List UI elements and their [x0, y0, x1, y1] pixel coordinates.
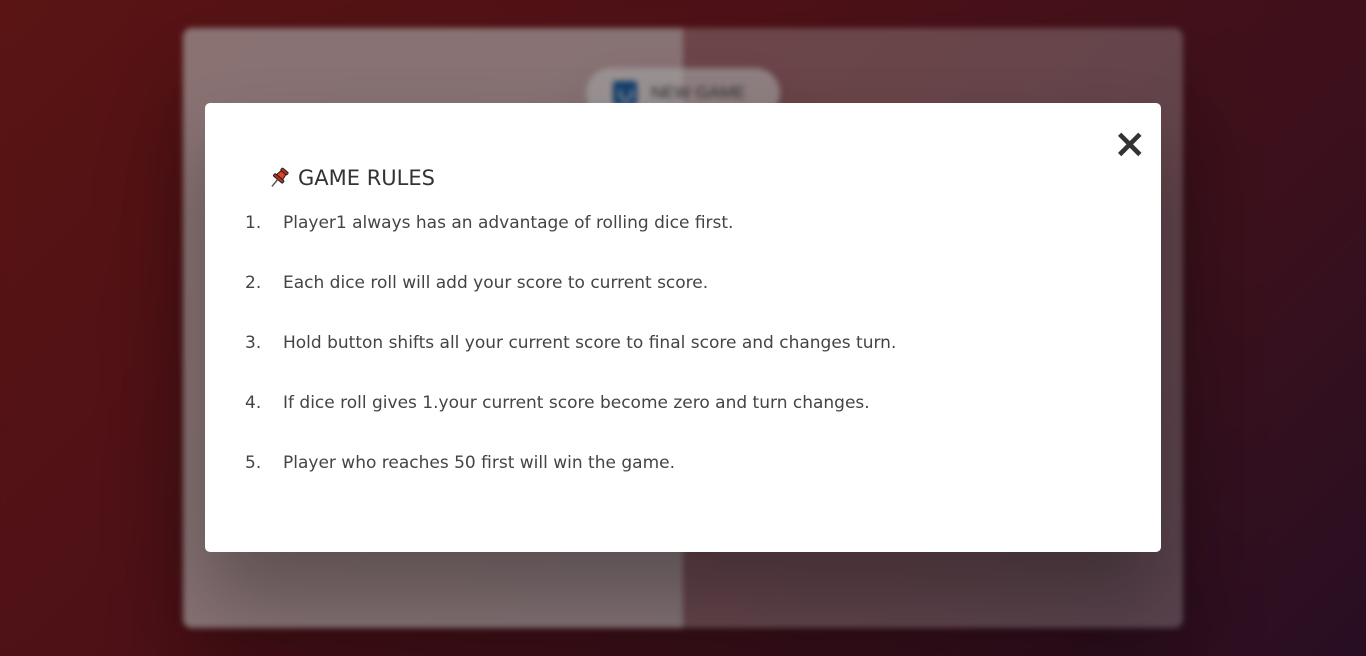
rule-item: 3. Hold button shifts all your current s… [245, 331, 896, 355]
rules-modal: × GAME RULES 1. Player1 always has an ad… [205, 103, 1161, 552]
rule-number: 5. [245, 453, 262, 473]
rule-text: Player1 always has an advantage of rolli… [283, 213, 734, 233]
modal-title: GAME RULES [266, 165, 435, 191]
rule-item: 2. Each dice roll will add your score to… [245, 271, 896, 295]
rule-number: 3. [245, 333, 262, 353]
modal-title-text: GAME RULES [298, 166, 435, 190]
rule-number: 1. [245, 213, 262, 233]
close-modal-button[interactable]: × [1113, 124, 1147, 164]
pushpin-icon [266, 165, 292, 191]
rule-text: Player who reaches 50 first will win the… [283, 453, 675, 473]
rule-text: Each dice roll will add your score to cu… [283, 273, 709, 293]
rule-item: 1. Player1 always has an advantage of ro… [245, 211, 896, 235]
rule-number: 2. [245, 273, 262, 293]
rules-list: 1. Player1 always has an advantage of ro… [245, 211, 896, 511]
rule-item: 4. If dice roll gives 1.your current sco… [245, 391, 896, 415]
rule-number: 4. [245, 393, 262, 413]
rule-text: Hold button shifts all your current scor… [283, 333, 897, 353]
rule-text: If dice roll gives 1.your current score … [283, 393, 870, 413]
rule-item: 5. Player who reaches 50 first will win … [245, 451, 896, 475]
